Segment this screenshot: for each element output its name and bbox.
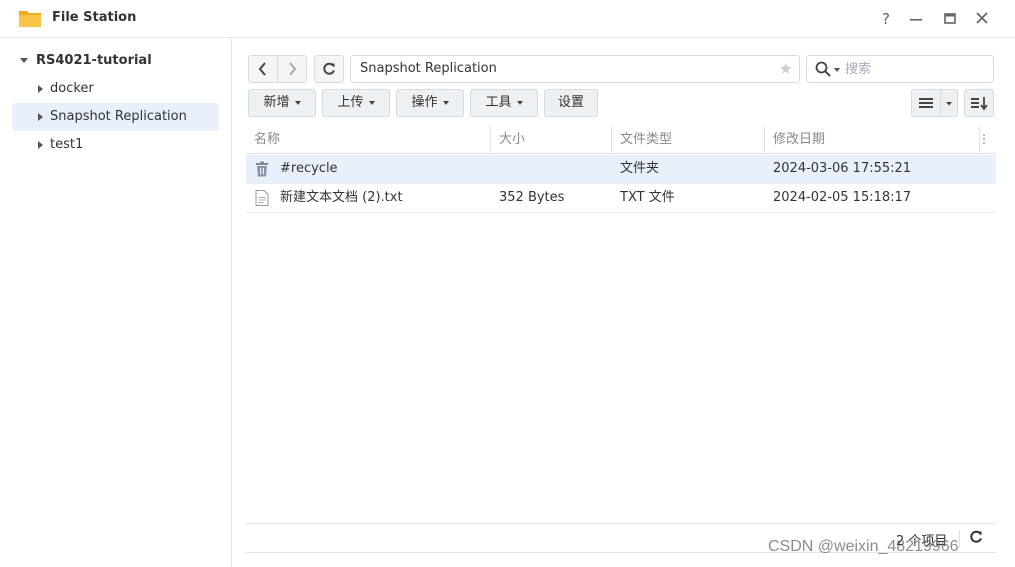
window-title: File Station [52, 10, 137, 25]
refresh-icon [970, 530, 982, 543]
view-mode-button[interactable] [911, 89, 941, 117]
collapsed-caret-icon [38, 113, 43, 121]
file-size: 352 Bytes [499, 190, 565, 205]
close-button[interactable] [972, 9, 992, 29]
sort-icon [971, 97, 988, 111]
refresh-button[interactable] [314, 55, 344, 83]
chevron-down-icon [946, 102, 952, 106]
sidebar-item-label: test1 [50, 137, 84, 152]
tools-button-label: 工具 [485, 95, 512, 110]
recycle-bin-icon [256, 161, 268, 177]
settings-button-label: 设置 [557, 95, 584, 110]
table-row[interactable]: 新建文本文档 (2).txt 352 Bytes TXT 文件 2024-02-… [246, 184, 996, 213]
settings-button[interactable]: 设置 [544, 89, 598, 117]
search-box [806, 55, 994, 83]
refresh-icon [323, 62, 335, 75]
current-path: Snapshot Replication [360, 61, 497, 76]
upload-button[interactable]: 上传 [322, 89, 390, 117]
folder-tree-sidebar: RS4021-tutorial docker Snapshot Replicat… [0, 39, 232, 567]
upload-button-label: 上传 [337, 95, 364, 110]
close-icon [976, 12, 988, 24]
search-icon[interactable] [815, 61, 831, 77]
collapsed-caret-icon [38, 141, 43, 149]
sidebar-item-snapshot-replication[interactable]: Snapshot Replication [12, 103, 219, 131]
minimize-button[interactable] [906, 9, 926, 29]
column-header-name[interactable]: 名称 [246, 126, 491, 154]
favorite-star-icon[interactable]: ★ [779, 56, 793, 82]
help-button[interactable]: ? [876, 9, 896, 29]
column-header-modified[interactable]: 修改日期 [765, 126, 980, 154]
dropdown-caret-icon [516, 100, 523, 105]
column-header-type[interactable]: 文件类型 [612, 126, 765, 154]
dropdown-caret-icon [442, 100, 449, 105]
new-button[interactable]: 新增 [248, 89, 316, 117]
sort-button[interactable] [964, 89, 994, 117]
search-options-caret-icon[interactable] [834, 68, 840, 72]
file-modified: 2024-03-06 17:55:21 [773, 161, 912, 176]
chevron-left-icon [258, 62, 266, 76]
text-file-icon [255, 190, 269, 206]
tree-root-label: RS4021-tutorial [36, 53, 152, 68]
tree-root-node[interactable]: RS4021-tutorial [20, 53, 152, 68]
column-menu-icon[interactable]: ⋮ [978, 132, 990, 146]
file-type: 文件夹 [620, 161, 660, 176]
new-button-label: 新增 [263, 95, 290, 110]
file-grid-header: 名称 大小 文件类型 修改日期 ⋮ [246, 126, 996, 154]
footer-separator [959, 530, 960, 548]
forward-button[interactable] [277, 55, 307, 83]
window-titlebar: File Station ? [0, 0, 1015, 38]
file-name: 新建文本文档 (2).txt [280, 190, 403, 205]
sidebar-item-label: docker [50, 81, 94, 96]
path-bar[interactable]: Snapshot Replication ★ [350, 55, 800, 83]
footer-divider [246, 523, 996, 524]
dropdown-caret-icon [368, 100, 375, 105]
action-button[interactable]: 操作 [396, 89, 464, 117]
view-mode-dropdown[interactable] [940, 89, 958, 117]
sidebar-item-label: Snapshot Replication [50, 109, 187, 124]
chevron-right-icon [289, 62, 297, 76]
dropdown-caret-icon [294, 100, 301, 105]
sidebar-item-test1[interactable]: test1 [12, 131, 219, 159]
maximize-button[interactable] [940, 9, 960, 29]
file-name: #recycle [280, 161, 338, 176]
sidebar-item-docker[interactable]: docker [12, 75, 219, 103]
watermark-text: CSDN @weixin_48219966 [768, 538, 959, 555]
file-station-folder-icon [19, 11, 41, 27]
tools-button[interactable]: 工具 [470, 89, 538, 117]
action-button-label: 操作 [411, 95, 438, 110]
footer-refresh-button[interactable] [968, 528, 984, 546]
table-row[interactable]: #recycle 文件夹 2024-03-06 17:55:21 [246, 155, 996, 184]
search-input[interactable] [845, 59, 985, 79]
expanded-caret-icon [20, 58, 28, 63]
maximize-icon [944, 13, 956, 24]
file-modified: 2024-02-05 15:18:17 [773, 190, 912, 205]
file-type: TXT 文件 [620, 190, 675, 205]
list-view-icon [919, 98, 933, 108]
column-header-size[interactable]: 大小 [491, 126, 612, 154]
back-button[interactable] [248, 55, 278, 83]
collapsed-caret-icon [38, 85, 43, 93]
minimize-icon [910, 19, 922, 21]
